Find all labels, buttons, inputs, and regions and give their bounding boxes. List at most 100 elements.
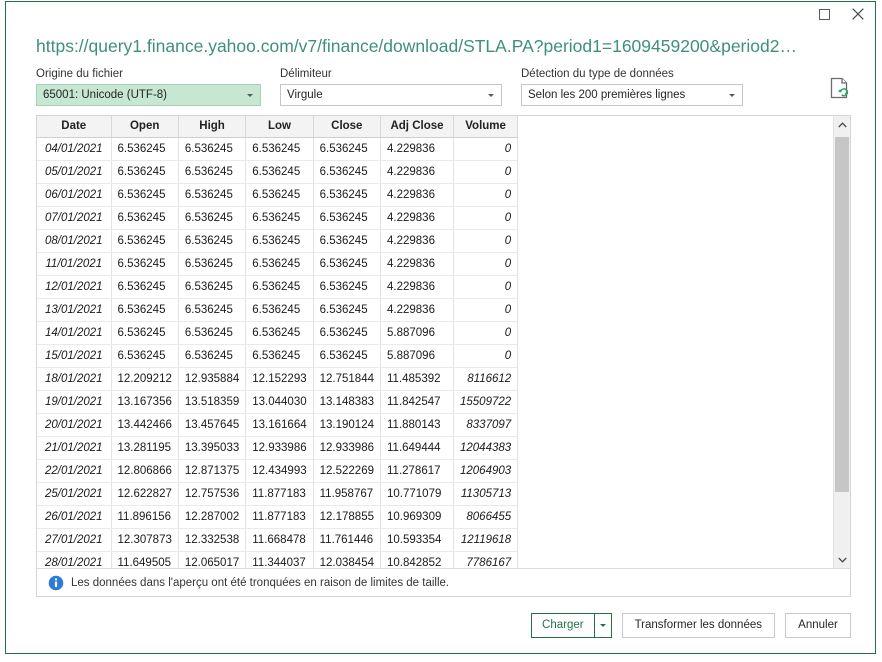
cell-date: 21/01/2021 <box>37 436 112 460</box>
cell-date: 26/01/2021 <box>37 505 112 529</box>
cell-adj-close: 4.229836 <box>380 252 454 276</box>
cell-high: 12.757536 <box>178 482 247 506</box>
preview-table: Date Open High Low Close Adj Close Volum… <box>37 116 519 568</box>
cell-volume: 8116612 <box>453 367 519 391</box>
cell-volume: 12119618 <box>453 528 519 552</box>
cell-high: 13.518359 <box>178 390 247 414</box>
column-header-close[interactable]: Close <box>313 116 382 138</box>
preview-table-body: 04/01/2021 6.536245 6.536245 6.536245 6.5362… <box>37 137 519 568</box>
cell-volume: 0 <box>453 344 519 368</box>
cell-close: 11.761446 <box>313 528 382 552</box>
cell-volume: 0 <box>453 137 519 161</box>
cell-adj-close: 4.229836 <box>380 275 454 299</box>
column-header-volume[interactable]: Volume <box>453 116 519 138</box>
cell-volume: 0 <box>453 206 519 230</box>
cell-volume: 7786167 <box>453 551 519 568</box>
cell-volume: 8066455 <box>453 505 519 529</box>
from-web-preview-dialog: https://query1.finance.yahoo.com/v7/fina… <box>5 1 876 654</box>
cell-date: 05/01/2021 <box>37 160 112 184</box>
cell-low: 6.536245 <box>245 183 314 207</box>
table-row: 22/01/2021 12.806866 12.871375 12.434993 12.… <box>37 459 519 483</box>
scroll-down-icon[interactable] <box>834 551 850 568</box>
cell-open: 6.536245 <box>111 160 179 184</box>
chevron-down-icon <box>488 94 494 97</box>
load-dropdown-button[interactable] <box>593 612 612 638</box>
cell-adj-close: 4.229836 <box>380 298 454 322</box>
cell-close: 6.536245 <box>313 206 382 230</box>
table-row: 13/01/2021 6.536245 6.536245 6.536245 6.5362… <box>37 298 519 322</box>
table-row: 05/01/2021 6.536245 6.536245 6.536245 6.5362… <box>37 160 519 184</box>
cell-adj-close: 10.842852 <box>380 551 454 568</box>
cell-low: 6.536245 <box>245 137 314 161</box>
transform-data-button[interactable]: Transformer les données <box>621 612 775 638</box>
cell-date: 27/01/2021 <box>37 528 112 552</box>
data-type-detection-label: Détection du type de données <box>521 68 674 80</box>
cell-volume: 0 <box>453 160 519 184</box>
table-header-row: Date Open High Low Close Adj Close Volum… <box>37 116 519 138</box>
cell-volume: 0 <box>453 321 519 345</box>
file-refresh-icon[interactable] <box>829 77 851 106</box>
cell-high: 6.536245 <box>178 252 247 276</box>
data-type-detection-value: Selon les 200 premières lignes <box>528 89 686 101</box>
table-row: 20/01/2021 13.442466 13.457645 13.161664 13.… <box>37 413 519 437</box>
cell-open: 6.536245 <box>111 229 179 253</box>
load-split-button[interactable]: Charger <box>531 612 612 638</box>
cell-close: 12.751844 <box>313 367 382 391</box>
cell-high: 13.395033 <box>178 436 247 460</box>
cell-high: 12.935884 <box>178 367 247 391</box>
column-header-high[interactable]: High <box>178 116 247 138</box>
cell-open: 6.536245 <box>111 298 179 322</box>
cell-low: 6.536245 <box>245 160 314 184</box>
scroll-up-icon[interactable] <box>834 116 850 133</box>
cell-low: 11.877183 <box>245 505 314 529</box>
cell-date: 22/01/2021 <box>37 459 112 483</box>
cell-close: 12.178855 <box>313 505 382 529</box>
cell-high: 6.536245 <box>178 137 247 161</box>
cell-close: 12.522269 <box>313 459 382 483</box>
cell-open: 12.209212 <box>111 367 179 391</box>
preview-vertical-scrollbar[interactable] <box>833 116 850 568</box>
cell-open: 6.536245 <box>111 206 179 230</box>
column-header-low[interactable]: Low <box>245 116 314 138</box>
close-icon[interactable] <box>841 2 875 26</box>
cell-adj-close: 11.649444 <box>380 436 454 460</box>
column-header-adj-close[interactable]: Adj Close <box>380 116 454 138</box>
scrollbar-thumb[interactable] <box>835 137 849 493</box>
file-origin-select[interactable]: 65001: Unicode (UTF-8) <box>36 84 261 106</box>
delimiter-select[interactable]: Virgule <box>280 84 502 106</box>
table-row: 04/01/2021 6.536245 6.536245 6.536245 6.5362… <box>37 137 519 161</box>
cell-adj-close: 11.842547 <box>380 390 454 414</box>
cell-adj-close: 4.229836 <box>380 206 454 230</box>
scrollbar-track[interactable] <box>834 133 850 551</box>
table-row: 11/01/2021 6.536245 6.536245 6.536245 6.5362… <box>37 252 519 276</box>
cell-low: 11.877183 <box>245 482 314 506</box>
load-button[interactable]: Charger <box>531 612 594 638</box>
column-header-open[interactable]: Open <box>111 116 179 138</box>
cell-adj-close: 5.887096 <box>380 344 454 368</box>
chevron-down-icon <box>729 94 735 97</box>
options-row: Origine du fichier 65001: Unicode (UTF-8… <box>6 59 875 106</box>
preview-grid-area: Date Open High Low Close Adj Close Volum… <box>37 116 850 568</box>
cell-low: 6.536245 <box>245 275 314 299</box>
cell-volume: 0 <box>453 229 519 253</box>
cell-date: 12/01/2021 <box>37 275 112 299</box>
cell-high: 6.536245 <box>178 298 247 322</box>
column-header-date[interactable]: Date <box>37 116 112 138</box>
cell-date: 19/01/2021 <box>37 390 112 414</box>
cell-low: 11.344037 <box>245 551 314 568</box>
cell-high: 6.536245 <box>178 206 247 230</box>
cell-low: 13.044030 <box>245 390 314 414</box>
cell-volume: 11305713 <box>453 482 519 506</box>
table-row: 06/01/2021 6.536245 6.536245 6.536245 6.5362… <box>37 183 519 207</box>
cell-date: 11/01/2021 <box>37 252 112 276</box>
cell-open: 11.896156 <box>111 505 179 529</box>
cell-close: 6.536245 <box>313 160 382 184</box>
cell-volume: 0 <box>453 183 519 207</box>
data-type-detection-select[interactable]: Selon les 200 premières lignes <box>521 84 743 106</box>
cell-adj-close: 10.969309 <box>380 505 454 529</box>
cell-open: 13.442466 <box>111 413 179 437</box>
cancel-button[interactable]: Annuler <box>785 612 851 638</box>
maximize-button[interactable] <box>807 2 841 26</box>
cell-high: 6.536245 <box>178 183 247 207</box>
table-row: 14/01/2021 6.536245 6.536245 6.536245 6.5362… <box>37 321 519 345</box>
